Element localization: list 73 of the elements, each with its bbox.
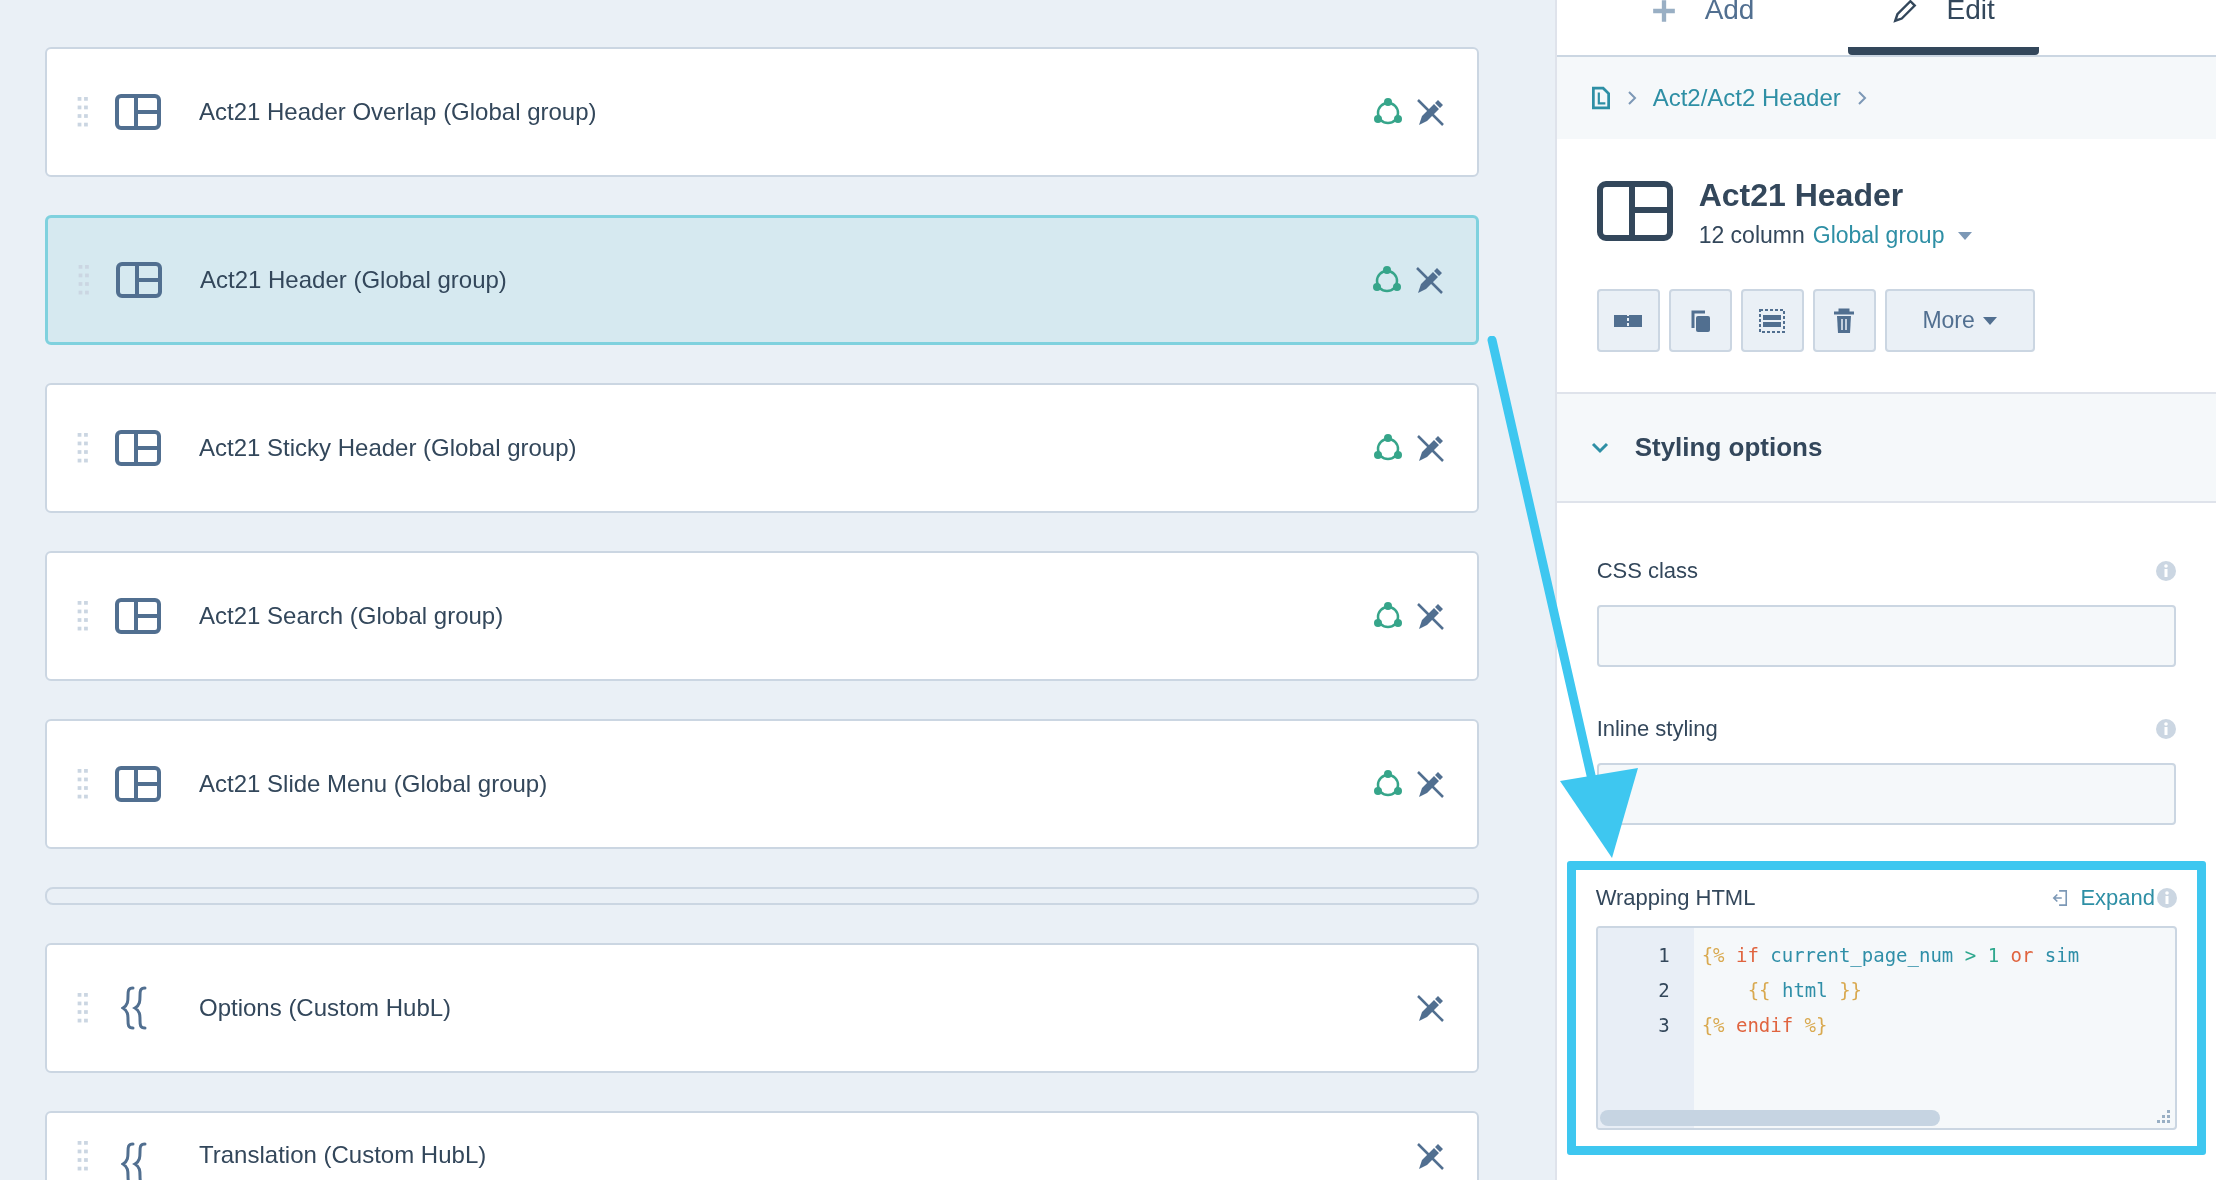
field-label: Wrapping HTML [1595,885,1756,911]
code-line: {{ html }} [1746,978,1864,1003]
plus-icon [1650,0,1677,24]
module-row[interactable]: Act21 Search (Global group) [45,551,1479,681]
layout-icon [1596,181,1673,241]
select-rows-button[interactable] [1740,289,1804,352]
crossed-pen-icon[interactable] [1414,601,1445,631]
crossed-pen-icon[interactable] [1413,265,1444,295]
module-row[interactable]: Options (Custom HubL) [45,943,1479,1073]
global-group-dropdown[interactable]: Global group [1812,222,1945,249]
drag-handle-icon[interactable] [77,769,89,799]
crossed-pen-icon[interactable] [1414,993,1445,1023]
pencil-icon [1892,0,1919,24]
styling-options-header[interactable]: Styling options [1556,394,2216,503]
chevron-right-icon [1856,90,1867,106]
code-line: {% if current_page_num > 1 or sim [1701,943,2080,969]
module-name: Translation (Custom HubL) [199,1141,487,1169]
expand-icon [2052,889,2069,907]
input-field[interactable] [1596,763,2176,825]
global-group-icon[interactable] [1372,601,1403,631]
chevron-down-icon [1590,441,1609,454]
field-label: CSS class [1596,558,1699,584]
crossed-pen-icon[interactable] [1414,433,1445,463]
delete-button[interactable] [1812,289,1876,352]
breadcrumb-link[interactable]: Act2/Act2 Header [1652,84,1841,112]
module-row[interactable]: Act21 Header Overlap (Global group) [45,47,1479,177]
section-title: Styling options [1634,432,1823,463]
module-row[interactable]: Act21 Header (Global group) [45,215,1479,345]
line-number: 1 [1657,943,1671,968]
crossed-pen-icon[interactable] [1414,769,1445,799]
layout-icon [115,430,161,466]
module-row[interactable]: Act21 Slide Menu (Global group) [45,719,1479,849]
module-name: Act21 Sticky Header (Global group) [199,434,577,462]
line-number: 2 [1657,978,1671,1003]
layout-icon [115,598,161,634]
module-name: Act21 Header (Global group) [200,266,507,294]
crossed-pen-icon[interactable] [1414,97,1445,127]
drag-handle-icon[interactable] [77,601,89,631]
more-button[interactable]: More [1884,289,2035,352]
module-row[interactable]: Translation (Custom HubL) [45,1111,1479,1180]
drag-handle-icon[interactable] [77,97,89,127]
crossed-pen-icon[interactable] [1414,1141,1445,1171]
code-line: {% endif %} [1701,1013,1829,1038]
drag-handle-icon[interactable] [77,433,89,463]
input-field[interactable] [1596,605,2176,667]
code-editor[interactable]: 1 2 3 {% if current_page_num > 1 or sim {{ html }} {% endif %} [1595,926,2177,1130]
global-group-icon[interactable] [1372,433,1403,463]
drag-handle-icon[interactable] [77,993,89,1023]
scrollbar-thumb[interactable] [1599,1110,1940,1126]
caret-down-icon [1958,231,1973,240]
module-name: Options (Custom HubL) [199,994,452,1022]
global-group-icon[interactable] [1372,97,1403,127]
module-name: Act21 Search (Global group) [199,602,504,630]
file-icon[interactable] [1590,86,1611,110]
module-row[interactable]: Act21 Sticky Header (Global group) [45,383,1479,513]
module-name: Act21 Header Overlap (Global group) [199,98,597,126]
line-number: 3 [1657,1013,1671,1038]
module-title: Act21 Header [1698,177,1905,214]
drag-handle-icon[interactable] [77,1141,89,1171]
chevron-right-icon [1626,90,1637,106]
column-count: 12 column [1698,222,1805,249]
duplicate-button[interactable] [1668,289,1732,352]
field-label: Inline styling [1596,716,1718,742]
global-group-icon[interactable] [1371,265,1402,295]
layout-icon [115,94,161,130]
caret-down-icon [1982,316,1997,325]
module-name: Act21 Slide Menu (Global group) [199,770,548,798]
global-group-icon[interactable] [1372,769,1403,799]
split-button[interactable] [1596,289,1660,352]
layout-icon [116,262,162,298]
layout-icon [115,766,161,802]
resize-grip-icon[interactable] [2157,1110,2171,1124]
expand-link[interactable]: Expand [2052,885,2155,911]
